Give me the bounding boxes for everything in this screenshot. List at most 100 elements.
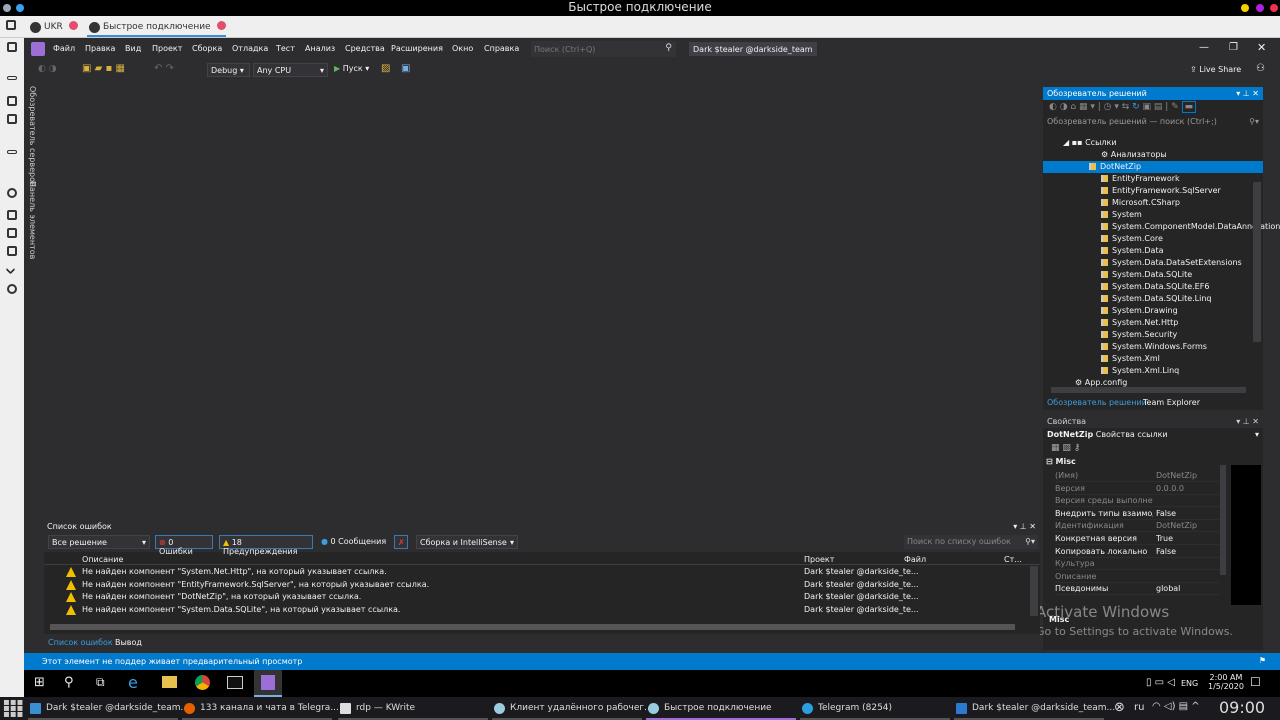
quick-search-input[interactable]: Поиск (Ctrl+Q) ⚲ — [531, 41, 676, 57]
attach-icon[interactable]: ▨ — [381, 63, 390, 74]
error-row[interactable]: Не найден компонент "System.Data.SQLite"… — [44, 604, 1029, 616]
tree-references[interactable]: ◢ ▪▪ Ссылки — [1063, 137, 1117, 149]
tray-icons[interactable]: ▯ ▭ ◁ — [1146, 677, 1175, 688]
warnings-filter-button[interactable]: ▲ 18 Предупреждения — [219, 535, 313, 556]
clear-filter-button[interactable]: ✗ — [394, 535, 408, 549]
tree-reference-item[interactable]: System.Data.SQLite.EF6 — [1101, 281, 1209, 293]
property-row[interactable]: Культура — [1055, 558, 1220, 571]
task-item[interactable]: Telegram (8254) — [800, 701, 950, 720]
tree-reference-item[interactable]: System.Core — [1101, 233, 1163, 245]
tab-output[interactable]: Вывод — [115, 638, 142, 647]
tree-reference-item[interactable]: System.Xml.Linq — [1101, 365, 1179, 377]
source-select[interactable]: Сборка и IntelliSense ▾ — [416, 535, 518, 549]
configuration-select[interactable]: Debug ▾ — [207, 63, 250, 77]
panel-controls-icon[interactable]: ▾ ⊥ ✕ — [1013, 522, 1036, 531]
panel-controls-icon[interactable]: ▾ ⊥ ✕ — [1236, 417, 1259, 426]
menu-view[interactable]: Вид — [125, 44, 141, 53]
menu-test[interactable]: Тест — [276, 44, 295, 53]
tree-reference-item[interactable]: System.Data.DataSetExtensions — [1101, 257, 1242, 269]
fit-icon[interactable] — [7, 42, 17, 52]
menu-build[interactable]: Сборка — [192, 44, 222, 53]
tree-reference-item[interactable]: EntityFramework — [1101, 173, 1180, 185]
menu-help[interactable]: Справка — [484, 44, 519, 53]
tree-reference-item[interactable]: System.Data — [1101, 245, 1163, 257]
tray-network-volume-clipboard-icons[interactable]: ◠ ◁) ▤ ^ — [1152, 701, 1200, 712]
column-description[interactable]: Описание — [82, 555, 123, 564]
panel-controls-icon[interactable]: ▾ ⊥ ✕ — [1236, 89, 1259, 98]
nav-back-forward-icon[interactable]: ◐ ◑ — [38, 64, 57, 74]
property-row[interactable]: Копировать локально False — [1055, 546, 1220, 558]
explorer-icon[interactable] — [162, 676, 177, 688]
error-horizontal-scrollbar[interactable] — [50, 624, 1015, 630]
tab-quick-connect[interactable]: Быстрое подключение — [87, 18, 226, 37]
tree-reference-item[interactable]: System.Net.Http — [1101, 317, 1178, 329]
error-row[interactable]: Не найден компонент "EntityFramework.Sql… — [44, 579, 1029, 591]
keyboard-layout[interactable]: ru — [1134, 702, 1144, 713]
menu-debug[interactable]: Отладка — [232, 44, 268, 53]
user-account[interactable]: Dark $tealer @darkside_team — [689, 42, 817, 56]
property-row[interactable]: Конкретная версия True — [1055, 533, 1220, 545]
tab-toolbox[interactable]: Панель элементов — [28, 181, 37, 259]
screenshot-tool-icon[interactable]: ▣ — [401, 63, 410, 74]
tree-reference-item[interactable]: System.Security — [1101, 329, 1177, 341]
error-vertical-scrollbar[interactable] — [1030, 566, 1038, 616]
notification-icon[interactable]: ⚑ — [1259, 656, 1266, 665]
window-menu-dot[interactable] — [3, 4, 11, 12]
copy-icon[interactable] — [7, 228, 17, 238]
window-pin-dot[interactable] — [16, 4, 24, 12]
menu-file[interactable]: Файл — [53, 44, 75, 53]
camera-icon[interactable] — [7, 246, 17, 256]
tree-analyzers[interactable]: ⚙ Анализаторы — [1101, 149, 1167, 161]
list-icon[interactable] — [7, 150, 17, 154]
close-icon[interactable]: ✕ — [1257, 41, 1266, 54]
scope-select[interactable]: Все решение ▾ — [48, 535, 150, 549]
maximize-button[interactable] — [1256, 4, 1264, 12]
cmd-icon[interactable] — [227, 676, 243, 689]
property-row[interactable]: Идентификация DotNetZip — [1055, 520, 1220, 533]
linux-clock[interactable]: 09:00 — [1219, 698, 1265, 717]
menu-analyze[interactable]: Анализ — [305, 44, 335, 53]
menu-icon[interactable] — [7, 76, 17, 80]
tree-reference-item[interactable]: System.Xml — [1101, 353, 1160, 365]
properties-object-select[interactable]: DotNetZip Свойства ссылки ▾ — [1043, 428, 1263, 442]
clock[interactable]: 2:00 AM 1/5/2020 — [1208, 673, 1244, 691]
visual-studio-taskbar-button[interactable] — [254, 670, 282, 697]
view-icon[interactable] — [7, 114, 17, 124]
horizontal-scrollbar[interactable] — [1051, 387, 1246, 393]
error-row[interactable]: Не найден компонент "DotNetZip", на кото… — [44, 591, 1029, 603]
column-line[interactable]: Ст... — [1004, 555, 1022, 564]
messages-filter-button[interactable]: ● 0 Сообщения — [321, 537, 386, 546]
run-button[interactable]: ▶ Пуск ▾ — [334, 64, 369, 73]
tree-reference-item[interactable]: System.Data.SQLite — [1101, 269, 1192, 281]
tab-error-list[interactable]: Список ошибок — [48, 638, 113, 647]
column-project[interactable]: Проект — [804, 555, 834, 564]
task-item[interactable]: Клиент удалённого рабочег... — [492, 701, 653, 720]
menu-window[interactable]: Окно — [452, 44, 473, 53]
category-misc[interactable]: ⊟ Misc — [1046, 457, 1076, 466]
minimize-icon[interactable]: — — [1199, 42, 1209, 53]
search-icon[interactable]: ⚲ — [64, 675, 74, 690]
start-icon[interactable]: ⊞ — [34, 675, 45, 690]
tree-reference-item[interactable]: Microsoft.CSharp — [1101, 197, 1180, 209]
property-row[interactable]: (Имя) DotNetZip — [1055, 470, 1220, 482]
property-row[interactable]: Внедрить типы взаимодействияFalse — [1055, 508, 1220, 520]
menu-edit[interactable]: Правка — [85, 44, 115, 53]
task-item[interactable]: rdp — KWrite — [338, 701, 488, 720]
remmina-tray-icon[interactable]: ⊗ — [1114, 700, 1125, 715]
property-row[interactable]: Псевдонимы global — [1055, 583, 1220, 596]
live-share-button[interactable]: ⇪ Live Share — [1190, 65, 1241, 74]
task-item[interactable]: Dark $tealer @darkside_team... — [954, 701, 1115, 720]
task-view-icon[interactable]: ⧉ — [96, 675, 105, 690]
property-row[interactable]: Версия 0.0.0.0 — [1055, 483, 1220, 495]
fullscreen-icon[interactable] — [6, 20, 16, 30]
chrome-icon[interactable] — [195, 675, 210, 690]
tab-team-explorer[interactable]: Team Explorer — [1143, 398, 1200, 407]
screenshot-icon[interactable] — [7, 96, 17, 106]
tree-reference-item[interactable]: DotNetZip — [1043, 161, 1263, 173]
vertical-scrollbar[interactable] — [1253, 182, 1261, 342]
tab-solution-explorer[interactable]: Обозреватель решений — [1047, 398, 1147, 407]
close-tab-icon[interactable] — [216, 21, 226, 30]
app-launcher-icon[interactable]: ▪▪▪ ▪▪▪ ▪▪▪ — [3, 698, 23, 720]
restore-icon[interactable]: ❐ — [1229, 42, 1238, 53]
task-item[interactable]: Dark $tealer @darkside_team... — [28, 701, 189, 720]
